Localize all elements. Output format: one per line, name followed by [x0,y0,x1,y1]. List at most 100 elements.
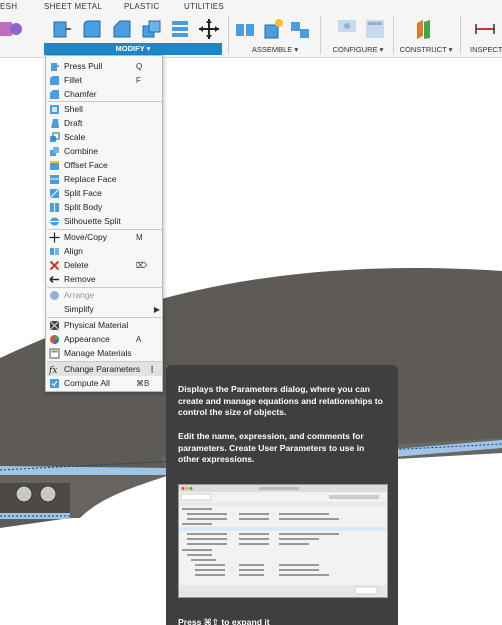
menu-item-offset-face[interactable]: Offset Face [47,158,162,172]
draft-icon [51,118,59,128]
chamfer-tool-icon[interactable] [111,18,133,40]
tooltip-expand-hint: Press ⌘⇧ to expand it [178,617,270,625]
menu-item-label: Remove [64,274,96,284]
tooltip: Displays the Parameters dialog, where yo… [166,365,398,625]
toolbar-divider [393,16,394,54]
menu-item-delete[interactable]: Delete ⌦ [47,258,162,272]
menu-item-align[interactable]: Align [47,244,162,258]
menu-item-split-face[interactable]: Split Face [47,186,162,200]
menu-item-shortcut: ⌦ [136,260,148,270]
fillet-tool-icon[interactable] [81,18,103,40]
menu-item-replace-face[interactable]: Replace Face [47,172,162,186]
inspect-dropdown[interactable]: INSPECT [470,44,502,55]
menu-item-shell[interactable]: Shell [47,102,162,116]
tab-bar: ESH SHEET METAL PLASTIC UTILITIES [0,0,502,14]
construct-plane-icon[interactable] [414,18,436,40]
menu-item-label: Appearance [64,334,110,344]
configure-table-icon[interactable] [364,18,386,40]
split-body-icon [50,202,59,212]
menu-item-label: Move/Copy [64,232,107,242]
menu-item-label: Scale [64,132,86,142]
silhouette-split-icon [50,217,59,225]
physical-material-icon [49,320,60,330]
tab-plastic[interactable]: PLASTIC [124,2,159,11]
menu-item-label: Arrange [64,290,95,300]
menu-item-shortcut: ⌘B [136,378,150,388]
menu-item-shortcut: M [136,232,143,242]
menu-item-label: Combine [64,146,99,156]
menu-item-physical-material[interactable]: Physical Material [47,318,162,332]
remove-icon [49,275,59,283]
press-pull-tool-icon[interactable] [50,18,72,40]
menu-item-label: Physical Material [64,320,129,330]
menu-item-label: Compute All [64,378,110,388]
menu-item-compute-all[interactable]: Compute All ⌘B [47,376,162,390]
menu-item-shortcut: Q [136,61,143,71]
menu-item-change-parameters[interactable]: fx Change Parameters ⋮ [47,362,162,376]
menu-item-silhouette-split[interactable]: Silhouette Split [47,214,162,228]
arrange-icon [50,290,59,300]
tab-mesh[interactable]: ESH [0,2,17,11]
menu-item-label: Align [64,246,83,256]
menu-item-shortcut: F [136,75,141,85]
joint-tool-icon[interactable] [234,18,256,40]
menu-item-remove[interactable]: Remove [47,272,162,286]
new-component-tool-icon[interactable] [262,18,284,40]
modify-dropdown[interactable]: MODIFY ▾ [44,43,222,55]
menu-item-label: Delete [64,260,89,270]
fillet-icon [50,75,59,85]
menu-item-label: Offset Face [64,160,108,170]
menu-item-scale[interactable]: Scale [47,130,162,144]
compute-all-icon [50,378,59,388]
menu-item-combine[interactable]: Combine [47,144,162,158]
menu-item-label: Replace Face [64,174,117,184]
assemble-more-icon[interactable] [289,18,311,40]
configure-tool-icon[interactable] [336,18,358,40]
assemble-dropdown[interactable]: ASSEMBLE ▾ [240,44,310,55]
appearance-icon [50,334,59,344]
shell-icon [50,104,59,114]
menu-item-label: Silhouette Split [64,216,121,226]
mesh-tool-icon[interactable] [0,18,22,40]
menu-item-label: Manage Materials [64,348,132,358]
menu-item-label: Split Face [64,188,102,198]
split-face-icon [49,188,60,198]
align-icon [50,247,59,255]
menu-item-chamfer[interactable]: Chamfer [47,87,162,101]
parameters-icon: fx [49,366,57,375]
menu-item-label: Shell [64,104,83,114]
menu-item-simplify[interactable]: Simplify ▶ [47,302,162,316]
submenu-arrow-icon: ▶ [153,304,160,314]
tab-utilities[interactable]: UTILITIES [184,2,224,11]
more-options-icon[interactable]: ⋮ [140,365,162,374]
tooltip-description: Displays the Parameters dialog, where yo… [178,384,383,417]
menu-item-label: Change Parameters [64,364,141,374]
menu-item-manage-materials[interactable]: Manage Materials [47,346,162,360]
menu-item-appearance[interactable]: Appearance A [47,332,162,346]
combine-tool-icon[interactable] [140,18,162,40]
configure-dropdown[interactable]: CONFIGURE ▾ [326,44,390,55]
move-icon [49,232,60,242]
parameters-dialog-thumbnail [179,485,387,597]
construct-dropdown[interactable]: CONSTRUCT ▾ [396,44,456,55]
menu-item-draft[interactable]: Draft [47,116,162,130]
tooltip-detail: Edit the name, expression, and comments … [178,431,365,464]
move-tool-icon[interactable] [198,18,220,40]
menu-item-label: Draft [64,118,83,128]
chamfer-icon [50,89,59,99]
measure-tool-icon[interactable] [474,18,496,40]
menu-item-shortcut: A [136,334,142,344]
menu-item-move-copy[interactable]: Move/Copy M [47,230,162,244]
offset-face-icon [50,160,59,170]
menu-item-arrange: Arrange [47,288,162,302]
modify-menu: Press Pull Q Fillet F Chamfer Shell Draf… [45,55,163,392]
blank-icon [49,304,60,315]
menu-item-split-body[interactable]: Split Body [47,200,162,214]
menu-item-press-pull[interactable]: Press Pull Q [47,59,162,73]
parameters-dialog-preview [178,484,388,598]
toolbar-divider [320,16,321,54]
tab-sheet-metal[interactable]: SHEET METAL [44,2,102,11]
stack-tool-icon[interactable] [169,18,191,40]
menu-item-fillet[interactable]: Fillet F [47,73,162,87]
menu-item-label: Fillet [64,75,82,85]
